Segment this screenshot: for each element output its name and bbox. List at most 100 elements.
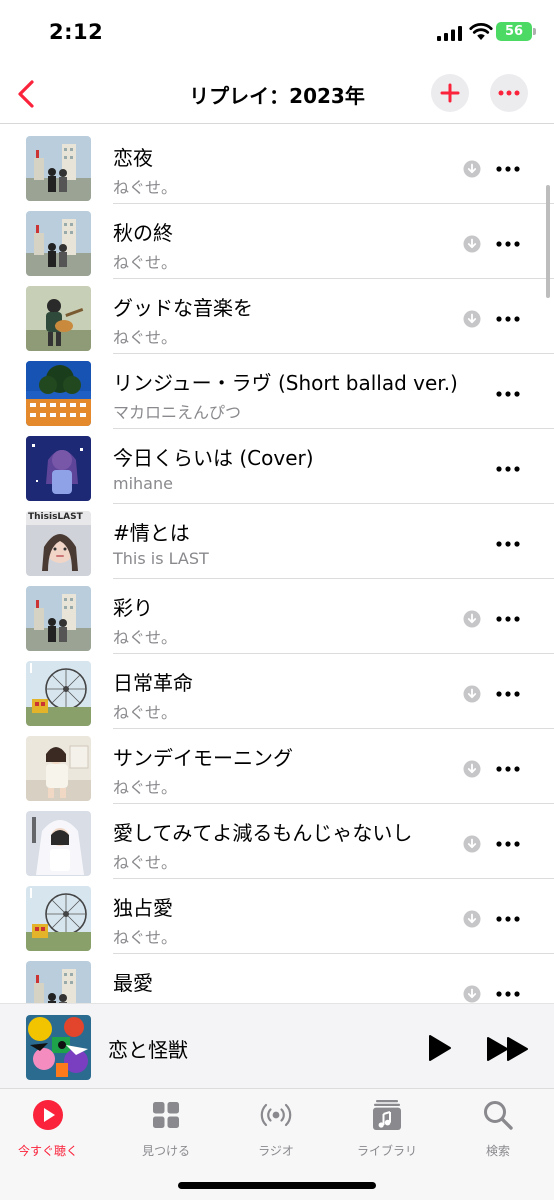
downloaded-icon [463, 985, 481, 1003]
now-playing-artwork[interactable] [26, 1015, 91, 1080]
song-artist: ねぐせ。 [113, 778, 178, 797]
library-icon [373, 1100, 401, 1130]
battery-level: 56 [496, 22, 532, 41]
album-artwork [26, 736, 91, 801]
song-more-button[interactable] [496, 684, 520, 704]
fast-forward-button[interactable] [486, 1036, 530, 1062]
song-artist: マカロニえんぴつ [113, 403, 242, 422]
downloaded-icon [463, 160, 481, 178]
wifi-icon [469, 23, 493, 40]
battery-cap [533, 28, 536, 35]
song-row[interactable]: 今日くらいは (Cover) mihane [0, 425, 554, 504]
downloaded-icon [463, 910, 481, 928]
grid-icon [153, 1102, 179, 1128]
mini-player[interactable]: 恋と怪獣 [0, 1003, 554, 1089]
song-more-button[interactable] [496, 459, 520, 479]
song-more-button[interactable] [496, 759, 520, 779]
song-more-button[interactable] [496, 309, 520, 329]
song-title: 秋の終 [113, 221, 173, 245]
album-artwork [26, 886, 91, 951]
tab-label: ライブラリ [356, 1144, 417, 1158]
song-row[interactable]: 愛してみてよ減るもんじゃないしねぐせ。 [0, 800, 554, 879]
song-row[interactable]: ThisisLAST #情とは This is LAST [0, 500, 554, 579]
add-button[interactable] [431, 74, 469, 112]
song-title: 最愛 [113, 971, 153, 995]
album-artwork [26, 136, 91, 201]
song-artist: This is LAST [113, 549, 209, 568]
song-row[interactable]: 秋の終 ねぐせ。 [0, 200, 554, 279]
album-artwork [26, 811, 91, 876]
song-artist: ねぐせ。 [113, 853, 178, 872]
song-title: 彩り [113, 596, 153, 620]
album-artwork [26, 661, 91, 726]
song-more-button[interactable] [496, 609, 520, 629]
song-more-button[interactable] [496, 909, 520, 929]
status-time: 2:12 [49, 20, 104, 44]
tab-label: ラジオ [258, 1144, 294, 1158]
downloaded-icon [463, 835, 481, 853]
song-artist: ねぐせ。 [113, 703, 178, 722]
song-row[interactable]: 日常革命 ねぐせ。 [0, 650, 554, 729]
album-artwork [26, 211, 91, 276]
tab-grid[interactable]: 見つける [121, 1097, 211, 1167]
song-row[interactable]: 独占愛 ねぐせ。 [0, 875, 554, 954]
artwork-logo-text: ThisisLAST [28, 512, 83, 522]
scroll-indicator[interactable] [546, 185, 550, 298]
nav-bar: リプレイ：2023年 [0, 66, 554, 124]
song-more-button[interactable] [496, 384, 520, 404]
play-button[interactable] [425, 1034, 453, 1062]
home-indicator[interactable] [178, 1182, 376, 1189]
play-circle-icon [33, 1100, 63, 1130]
song-title: サンデイモーニング [113, 746, 293, 770]
ellipsis-icon [498, 90, 520, 96]
downloaded-icon [463, 685, 481, 703]
tab-radio[interactable]: ラジオ [231, 1097, 321, 1167]
album-artwork [26, 286, 91, 351]
song-row[interactable]: 恋夜 ねぐせ。 [0, 125, 554, 204]
tab-label: 検索 [485, 1144, 510, 1158]
tab-label: 今すぐ聴く [17, 1144, 78, 1158]
downloaded-icon [463, 235, 481, 253]
plus-icon [440, 83, 460, 103]
song-row[interactable]: グッドな音楽をねぐせ。 [0, 275, 554, 354]
song-artist: ねぐせ。 [113, 328, 178, 347]
song-artist: ねぐせ。 [113, 178, 178, 197]
song-row[interactable]: リンジュー・ラヴ (Short ballad ver.) マカロニえんぴつ [0, 350, 554, 429]
page-title: リプレイ：2023年 [189, 84, 365, 108]
song-more-button[interactable] [496, 159, 520, 179]
song-more-button[interactable] [496, 534, 520, 554]
song-title: 日常革命 [113, 671, 193, 695]
song-title: #情とは [113, 521, 190, 545]
now-playing-title[interactable]: 恋と怪獣 [108, 1034, 188, 1063]
song-title: グッドな音楽を [113, 296, 253, 320]
song-title: 恋夜 [113, 146, 153, 170]
song-row[interactable]: 最愛ねぐせ。 [0, 950, 554, 1003]
cellular-signal-icon [437, 26, 462, 41]
tab-library[interactable]: ライブラリ [342, 1097, 432, 1167]
song-row[interactable]: サンデイモーニングねぐせ。 [0, 725, 554, 804]
song-more-button[interactable] [496, 234, 520, 254]
song-title: リンジュー・ラヴ (Short ballad ver.) [113, 371, 458, 395]
song-title: 愛してみてよ減るもんじゃないし [113, 821, 413, 845]
song-more-button[interactable] [496, 834, 520, 854]
song-artist: ねぐせ。 [113, 253, 178, 272]
album-artwork [26, 361, 91, 426]
tab-label: 見つける [141, 1144, 190, 1158]
downloaded-icon [463, 310, 481, 328]
song-list[interactable]: 恋夜 ねぐせ。 秋の終 ねぐせ。 グッドな音楽を ねぐせ。 リンジュー・ラヴ (Short … [0, 125, 554, 1003]
song-title: 独占愛 [113, 896, 173, 920]
album-artwork [26, 586, 91, 651]
song-artist: ねぐせ。 [113, 628, 178, 647]
album-artwork [26, 961, 91, 1003]
search-icon [484, 1101, 513, 1130]
radio-icon [260, 1103, 292, 1127]
song-more-button[interactable] [496, 984, 520, 1003]
tab-play-circle[interactable]: 今すぐ聴く [3, 1097, 93, 1167]
song-title: 今日くらいは (Cover) [113, 446, 314, 470]
album-artwork [26, 436, 91, 501]
song-artist: ねぐせ。 [113, 928, 178, 947]
downloaded-icon [463, 760, 481, 778]
more-options-button[interactable] [490, 74, 528, 112]
tab-search[interactable]: 検索 [453, 1097, 543, 1167]
song-row[interactable]: 彩り ねぐせ。 [0, 575, 554, 654]
